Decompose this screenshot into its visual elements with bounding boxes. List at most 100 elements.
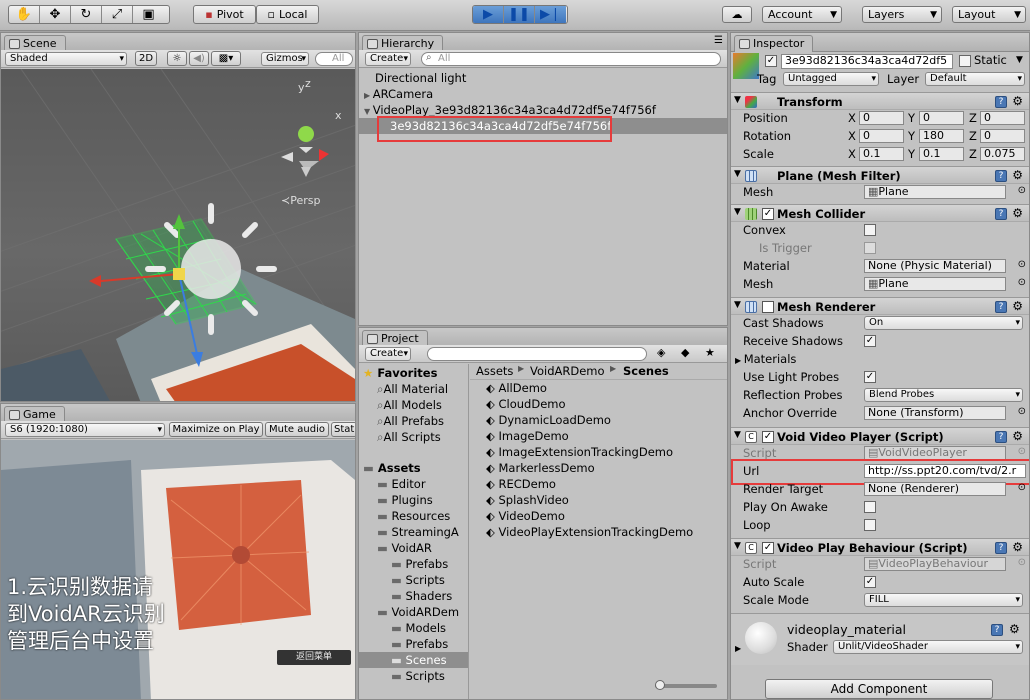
object-name-field[interactable]: 3e93d82136c34a3ca4d72df5: [781, 54, 953, 69]
help-icon[interactable]: ?: [995, 542, 1007, 554]
hierarchy-search-input[interactable]: All: [421, 52, 721, 66]
label-icon[interactable]: ◆: [681, 346, 689, 359]
scene-viewport[interactable]: y z x ≺Persp: [1, 69, 355, 401]
object-picker-icon[interactable]: ⊙: [1018, 185, 1026, 196]
auto-scale-checkbox[interactable]: ✓: [864, 576, 876, 588]
audio-toggle[interactable]: ◀): [189, 51, 209, 66]
project-create-dropdown[interactable]: Create: [365, 347, 411, 361]
layer-dropdown[interactable]: Default: [925, 72, 1025, 86]
folder-item[interactable]: ▬ Resources: [377, 509, 450, 523]
scene-file-item[interactable]: ⬖ CloudDemo: [486, 397, 566, 411]
anchor-override-field[interactable]: None (Transform): [864, 406, 1006, 420]
cast-shadows-dropdown[interactable]: On: [864, 316, 1023, 330]
object-picker-icon[interactable]: ⊙: [1018, 277, 1026, 288]
mesh-renderer-enabled-checkbox[interactable]: [762, 301, 774, 313]
scene-file-item[interactable]: ⬖ MarkerlessDemo: [486, 461, 595, 475]
rotation-z-field[interactable]: 0: [980, 129, 1025, 143]
pause-icon[interactable]: ❚❚: [504, 6, 535, 23]
scale-y-field[interactable]: 0.1: [919, 147, 964, 161]
stats-toggle[interactable]: Stat: [331, 422, 355, 437]
account-dropdown[interactable]: Account ▼: [762, 6, 842, 23]
breadcrumb-item[interactable]: Scenes: [623, 364, 669, 378]
help-icon[interactable]: ?: [995, 96, 1007, 108]
lighting-toggle[interactable]: ☼: [167, 51, 187, 66]
scene-file-item[interactable]: ⬖ DynamicLoadDemo: [486, 413, 611, 427]
breadcrumb-item[interactable]: Assets: [476, 364, 513, 378]
scale-mode-dropdown[interactable]: FILL: [864, 593, 1023, 607]
rotation-x-field[interactable]: 0: [859, 129, 904, 143]
cloud-button[interactable]: ☁: [722, 6, 752, 23]
rotate-tool-icon[interactable]: ↻: [71, 6, 102, 23]
help-icon[interactable]: ?: [995, 208, 1007, 220]
scene-file-item[interactable]: ⬖ ImageDemo: [486, 429, 569, 443]
help-icon[interactable]: ?: [995, 431, 1007, 443]
position-x-field[interactable]: 0: [859, 111, 904, 125]
folder-item[interactable]: ▬ Models: [391, 621, 446, 635]
object-picker-icon[interactable]: ⊙: [1018, 406, 1026, 417]
add-component-button[interactable]: Add Component: [765, 679, 993, 699]
game-viewport[interactable]: 1.云识别数据请 到VoidAR云识别 管理后台中设置 返回菜单: [1, 440, 355, 699]
hierarchy-create-dropdown[interactable]: Create: [365, 52, 411, 66]
video-play-behaviour-header[interactable]: ▼ C ✓ Video Play Behaviour (Script) ? ⚙: [731, 538, 1029, 556]
scale-z-field[interactable]: 0.075: [980, 147, 1025, 161]
assets-header[interactable]: ▬ Assets: [363, 461, 421, 475]
convex-checkbox[interactable]: [864, 224, 876, 236]
help-icon[interactable]: ?: [995, 170, 1007, 182]
scene-file-item[interactable]: ⬖ VideoPlayExtensionTrackingDemo: [486, 525, 693, 539]
shading-dropdown[interactable]: Shaded: [5, 52, 127, 66]
object-picker-icon[interactable]: ⊙: [1018, 259, 1026, 270]
scene-file-item[interactable]: ⬖ ImageExtensionTrackingDemo: [486, 445, 673, 459]
favorites-header[interactable]: ★ Favorites: [363, 366, 437, 380]
favorite-item[interactable]: ⌕All Prefabs: [377, 414, 444, 429]
hierarchy-item-directional-light[interactable]: Directional light: [375, 71, 466, 85]
folder-item[interactable]: ▬ VoidAR: [377, 541, 432, 555]
object-picker-icon[interactable]: ⊙: [1018, 482, 1026, 493]
position-z-field[interactable]: 0: [980, 111, 1025, 125]
scale-x-field[interactable]: 0.1: [859, 147, 904, 161]
mesh-field[interactable]: ▦Plane: [864, 185, 1006, 199]
gear-icon[interactable]: ⚙: [1012, 299, 1023, 313]
folder-item[interactable]: ▬ Plugins: [377, 493, 433, 507]
loop-checkbox[interactable]: [864, 519, 876, 531]
favorite-item[interactable]: ⌕All Scripts: [377, 430, 441, 445]
move-tool-icon[interactable]: ✥: [40, 6, 71, 23]
folder-item[interactable]: ▬ Prefabs: [391, 557, 448, 571]
scale-tool-icon[interactable]: ⤢: [102, 6, 133, 23]
folder-item[interactable]: ▬ VoidARDem: [377, 605, 459, 619]
back-to-menu-button[interactable]: 返回菜单: [277, 650, 351, 665]
void-video-player-enabled-checkbox[interactable]: ✓: [762, 431, 774, 443]
scene-file-item[interactable]: ⬖ SplashVideo: [486, 493, 569, 507]
pivot-button[interactable]: ▪ Pivot: [193, 5, 256, 24]
expand-arrow-icon[interactable]: ▶: [735, 644, 741, 653]
tag-dropdown[interactable]: Untagged: [783, 72, 879, 86]
chevron-down-icon[interactable]: ▼: [1016, 55, 1023, 65]
gizmos-dropdown[interactable]: Gizmos: [261, 52, 309, 66]
mesh-collider-header[interactable]: ▼ ✓ Mesh Collider ? ⚙: [731, 204, 1029, 222]
effects-dropdown[interactable]: ▩▾: [211, 51, 241, 66]
folder-item[interactable]: ▬ Shaders: [391, 589, 452, 603]
mute-audio-toggle[interactable]: Mute audio: [265, 422, 329, 437]
play-icon[interactable]: ▶: [473, 6, 504, 23]
breadcrumb-item[interactable]: VoidARDemo: [530, 364, 605, 378]
folder-item[interactable]: ▬ Prefabs: [391, 637, 448, 651]
gear-icon[interactable]: ⚙: [1012, 94, 1023, 108]
hand-tool-icon[interactable]: ✋: [9, 6, 40, 23]
hierarchy-item-arcamera[interactable]: ▶ ARCamera: [364, 87, 433, 101]
hierarchy-item-videoplay[interactable]: ▼ VideoPlay_3e93d82136c34a3ca4d72df5e74f…: [364, 103, 656, 117]
favorite-item[interactable]: ⌕All Models: [377, 398, 442, 413]
star-icon[interactable]: ★: [705, 346, 715, 359]
scene-search-input[interactable]: All: [315, 52, 353, 66]
rotation-y-field[interactable]: 180: [919, 129, 964, 143]
panel-menu-icon[interactable]: ☰: [714, 35, 723, 46]
static-checkbox[interactable]: [959, 55, 971, 67]
collider-mesh-field[interactable]: ▦Plane: [864, 277, 1006, 291]
reflection-probes-dropdown[interactable]: Blend Probes: [864, 388, 1023, 402]
materials-foldout[interactable]: ▶ Materials: [735, 352, 796, 366]
filter-type-icon[interactable]: ◈: [657, 346, 665, 359]
help-icon[interactable]: ?: [991, 624, 1003, 636]
maximize-on-play-toggle[interactable]: Maximize on Play: [169, 422, 263, 437]
gear-icon[interactable]: ⚙: [1012, 540, 1023, 554]
layout-dropdown[interactable]: Layout ▼: [952, 6, 1026, 23]
shader-dropdown[interactable]: Unlit/VideoShader: [833, 640, 1023, 654]
favorite-item[interactable]: ⌕All Material: [377, 382, 448, 397]
